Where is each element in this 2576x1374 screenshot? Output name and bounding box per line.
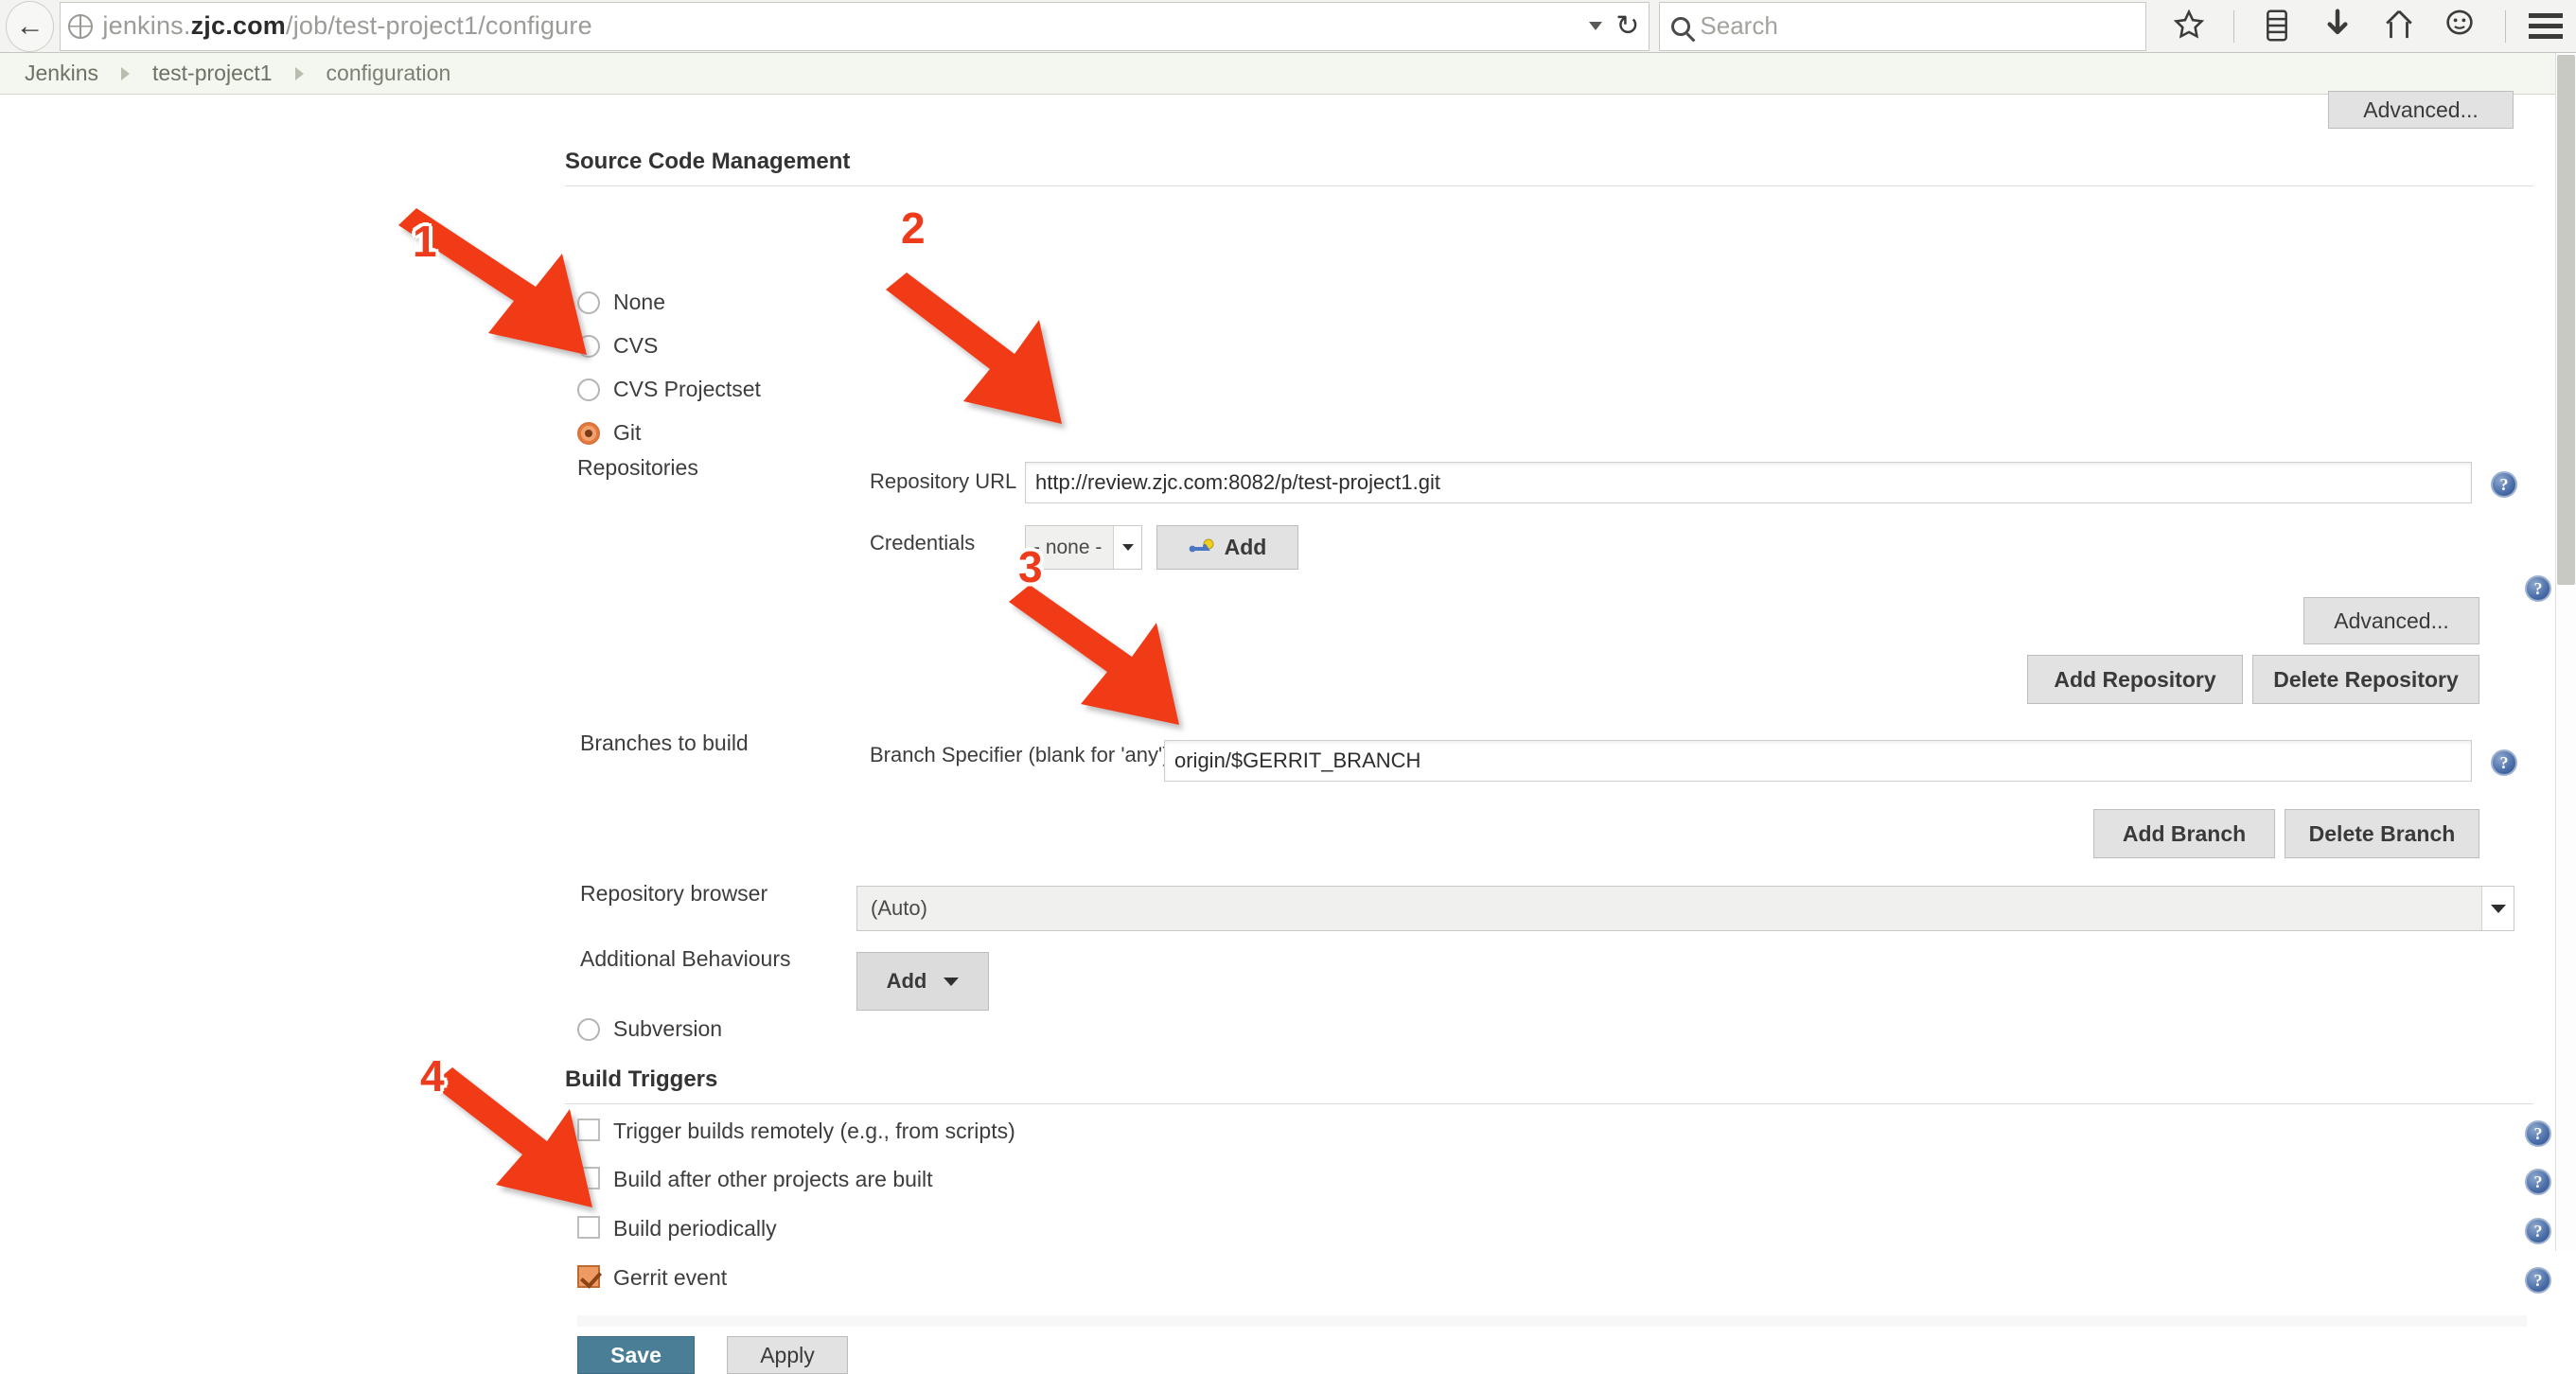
apply-button[interactable]: Apply	[727, 1336, 848, 1374]
build-triggers-divider	[565, 1103, 2533, 1104]
page-scrollbar[interactable]	[2555, 53, 2576, 1251]
build-after-projects-label: Build after other projects are built	[613, 1167, 933, 1191]
build-after-projects-checkbox[interactable]	[577, 1167, 600, 1189]
search-input[interactable]: Search	[1659, 1, 2146, 51]
save-button[interactable]: Save	[577, 1336, 695, 1374]
scm-radio-git[interactable]	[577, 422, 600, 445]
add-branch-button[interactable]: Add Branch	[2093, 809, 2275, 858]
browser-icon-group	[2173, 9, 2506, 44]
repository-url-input[interactable]: http://review.zjc.com:8082/p/test-projec…	[1025, 462, 2472, 503]
back-arrow-icon[interactable]: ←	[6, 0, 55, 52]
build-periodically-checkbox[interactable]	[577, 1216, 600, 1239]
trigger-remotely-checkbox[interactable]	[577, 1119, 600, 1141]
add-credentials-button[interactable]: Add	[1156, 525, 1298, 570]
breadcrumb-chevron-icon	[120, 66, 130, 80]
scm-advanced-button[interactable]: Advanced...	[2303, 597, 2479, 644]
help-icon-build-after-projects[interactable]: ?	[2525, 1169, 2551, 1195]
downloads-icon[interactable]	[2323, 9, 2355, 44]
breadcrumb-item-test-project1[interactable]: test-project1	[152, 61, 273, 86]
scm-label-cvs-projectset: CVS Projectset	[613, 377, 761, 401]
reload-icon[interactable]: ↻	[1615, 11, 1639, 41]
help-icon-build-periodically[interactable]: ?	[2525, 1218, 2551, 1244]
breadcrumb-item-configuration[interactable]: configuration	[326, 61, 451, 86]
additional-behaviours-add-button[interactable]: Add	[856, 952, 989, 1011]
scrollbar-thumb[interactable]	[2557, 55, 2575, 585]
repositories-label: Repositories	[577, 455, 698, 480]
gerrit-event-checkbox[interactable]	[577, 1265, 600, 1288]
additional-behaviours-label: Additional Behaviours	[580, 946, 791, 971]
url-bar-controls: ↻	[1589, 11, 1639, 41]
add-repository-button[interactable]: Add Repository	[2027, 655, 2243, 704]
reading-list-icon[interactable]	[2263, 9, 2295, 44]
additional-behaviours-add-label: Add	[886, 969, 927, 993]
url-path: /job/test-project1/configure	[286, 11, 592, 40]
chevron-down-icon	[2481, 887, 2514, 930]
add-credentials-label: Add	[1224, 535, 1267, 559]
search-icon	[1671, 16, 1691, 36]
trigger-remotely-label: Trigger builds remotely (e.g., from scri…	[613, 1119, 1015, 1143]
help-icon-gerrit-event[interactable]: ?	[2525, 1267, 2551, 1294]
build-periodically-label: Build periodically	[613, 1216, 777, 1241]
advanced-button-top[interactable]: Advanced...	[2328, 91, 2514, 129]
repository-browser-value: (Auto)	[871, 896, 927, 920]
scm-radio-none[interactable]	[577, 291, 600, 314]
section-heading-build-triggers: Build Triggers	[565, 1066, 718, 1092]
gerrit-event-label: Gerrit event	[613, 1265, 728, 1290]
scm-label-none: None	[613, 290, 665, 314]
browser-toolbar: ← jenkins.zjc.com/job/test-project1/conf…	[0, 0, 2576, 53]
chevron-down-icon[interactable]	[1589, 22, 1603, 30]
breadcrumb-item-jenkins[interactable]: Jenkins	[25, 61, 98, 86]
branch-specifier-label: Branch Specifier (blank for 'any')	[870, 743, 1170, 766]
scm-radio-cvs-projectset[interactable]	[577, 379, 600, 401]
branches-to-build-label: Branches to build	[580, 731, 749, 755]
configure-page: Advanced... Source Code Management None …	[0, 91, 2555, 1374]
repository-browser-select[interactable]: (Auto)	[856, 886, 2514, 931]
url-text: jenkins.zjc.com/job/test-project1/config…	[102, 11, 591, 41]
scm-label-git: Git	[613, 420, 642, 445]
help-icon-credentials[interactable]: ?	[2525, 575, 2551, 602]
credentials-label: Credentials	[870, 531, 976, 555]
scm-divider	[565, 185, 2533, 186]
chat-icon[interactable]	[2444, 9, 2477, 44]
url-domain: zjc.com	[190, 11, 287, 40]
help-icon-repository-url[interactable]: ?	[2491, 471, 2517, 498]
credentials-select[interactable]: - none -	[1025, 525, 1142, 570]
menu-hamburger-icon[interactable]	[2529, 13, 2563, 39]
bookmark-star-icon[interactable]	[2173, 9, 2205, 44]
url-bar[interactable]: jenkins.zjc.com/job/test-project1/config…	[60, 1, 1650, 51]
help-icon-trigger-remotely[interactable]: ?	[2525, 1120, 2551, 1147]
chevron-down-icon	[1113, 526, 1141, 569]
key-icon	[1189, 538, 1214, 552]
scm-label-subversion: Subversion	[613, 1016, 723, 1041]
search-placeholder: Search	[1700, 11, 1778, 40]
breadcrumb: Jenkins test-project1 configuration	[0, 53, 2576, 95]
partial-row-below-fold	[577, 1315, 2527, 1327]
delete-branch-button[interactable]: Delete Branch	[2285, 809, 2479, 858]
section-heading-scm: Source Code Management	[565, 149, 851, 174]
scm-radio-cvs[interactable]	[577, 335, 600, 358]
chevron-down-icon	[944, 977, 960, 986]
repository-url-label: Repository URL	[870, 469, 1017, 493]
toolbar-divider-2	[2505, 9, 2506, 43]
globe-icon	[68, 13, 94, 39]
home-icon[interactable]	[2384, 9, 2416, 44]
credentials-value: - none -	[1033, 536, 1103, 558]
branch-specifier-input[interactable]: origin/$GERRIT_BRANCH	[1164, 740, 2472, 782]
breadcrumb-chevron-icon-2	[294, 66, 304, 80]
toolbar-divider	[2233, 9, 2234, 43]
help-icon-branch-specifier[interactable]: ?	[2491, 749, 2517, 776]
scm-label-cvs: CVS	[613, 333, 659, 358]
repository-browser-label: Repository browser	[580, 881, 768, 906]
delete-repository-button[interactable]: Delete Repository	[2252, 655, 2479, 704]
url-prefix: jenkins.	[102, 11, 191, 40]
scm-radio-subversion[interactable]	[577, 1018, 600, 1041]
